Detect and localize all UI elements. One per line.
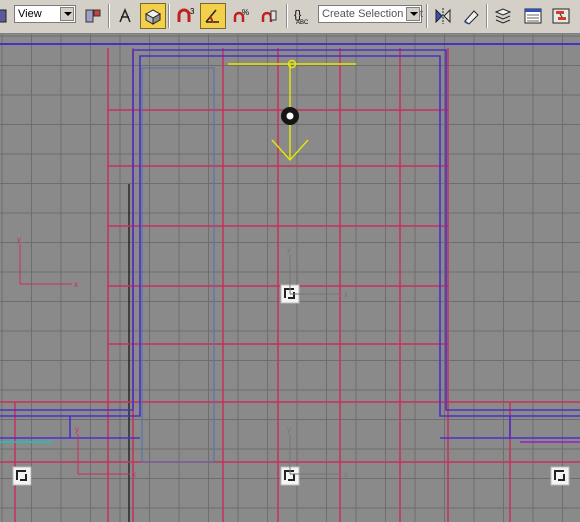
curve-editor-icon: [524, 8, 542, 24]
schematic-icon: [552, 8, 570, 24]
reference-coordinate-value: View: [18, 8, 42, 20]
schematic-view-button[interactable]: [548, 3, 574, 29]
axis-label-x: x: [344, 470, 348, 479]
axis-label-y: y: [287, 425, 291, 434]
chevron-down-icon[interactable]: [406, 7, 420, 21]
spinner-snap-icon: [261, 10, 277, 22]
layers-icon: [494, 8, 512, 24]
mirror-button[interactable]: [430, 3, 456, 29]
pivot-box: [12, 466, 32, 486]
toolbar-separator: [286, 4, 288, 28]
axis-label-y: y: [75, 425, 79, 434]
axis-label-x: x: [344, 290, 348, 299]
named-selection-set-dropdown[interactable]: Create Selection Set: [318, 5, 423, 23]
svg-text:ABC: ABC: [296, 20, 309, 25]
snaps-toggle-button[interactable]: 3: [172, 3, 198, 29]
chevron-down-icon[interactable]: [60, 7, 74, 21]
layer-manager-button[interactable]: [490, 3, 516, 29]
abc-braces-icon: {} ABC: [294, 9, 309, 25]
align-icon: [464, 10, 479, 25]
object-pivot-icon[interactable]: [550, 466, 570, 486]
curve-editor-button[interactable]: [520, 3, 546, 29]
pivot-box: [550, 466, 570, 486]
snap-dimension-label: 3: [190, 7, 195, 16]
align-button[interactable]: [458, 3, 484, 29]
use-pivot-center-button[interactable]: [80, 3, 106, 29]
keyboard-icon: [144, 9, 162, 25]
manipulate-icon: [119, 8, 131, 23]
axis-label-y: y: [287, 245, 291, 254]
keyboard-shortcut-override-button[interactable]: [140, 3, 166, 29]
magnet-3-icon: 3: [177, 7, 195, 22]
axis-label-x: x: [74, 280, 78, 289]
toolbar-separator: [168, 4, 170, 28]
light-bulb-icon[interactable]: [281, 107, 299, 125]
main-toolbar: View 3 % {} ABC Create Selection Set: [0, 0, 580, 34]
reference-coordinate-dropdown[interactable]: View: [14, 5, 76, 23]
angle-snap-icon: [205, 9, 219, 23]
svg-text:%: %: [242, 8, 249, 17]
cursor-icon: [0, 9, 7, 23]
object-pivot-icon[interactable]: [12, 466, 32, 486]
mirror-icon: [435, 8, 451, 24]
spinner-snap-toggle-button[interactable]: [256, 3, 282, 29]
percent-snap-toggle-button[interactable]: %: [228, 3, 254, 29]
toolbar-separator: [486, 4, 488, 28]
edit-named-selection-sets-button[interactable]: {} ABC: [290, 3, 316, 29]
axis-label-x: x: [132, 470, 136, 479]
pivot-icon: [85, 9, 101, 23]
percent-snap-icon: %: [233, 8, 249, 22]
select-and-manipulate-button[interactable]: [112, 3, 138, 29]
toolbar-separator: [108, 4, 110, 28]
axis-label-y: y: [17, 235, 21, 244]
toolbar-separator: [426, 4, 428, 28]
select-object-button[interactable]: [0, 3, 12, 29]
viewport-canvas[interactable]: y x y x y x y x: [0, 34, 580, 522]
light-bulb-core: [286, 112, 294, 120]
angle-snap-toggle-button[interactable]: [200, 3, 226, 29]
